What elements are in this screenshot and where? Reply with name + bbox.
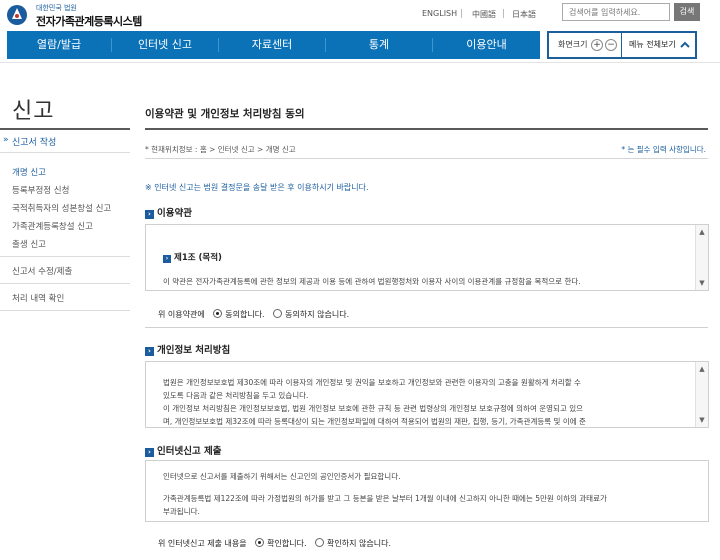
terms-scrollbox[interactable]: › 제1조 (목적) 이 약관은 전자가족관계등록에 관한 정보의 제공과 이용 … <box>145 224 709 291</box>
sidebar-title: 신고 <box>12 99 55 124</box>
privacy-line: 이 개인정보 처리방침은 개인정보보호법, 법원 개인정보 보호에 관한 규칙 … <box>163 404 584 413</box>
scroll-up-icon[interactable]: ▲ <box>698 228 706 236</box>
submission-confirm-no-label[interactable]: 확인하지 않습니다. <box>327 539 391 548</box>
lang-chinese[interactable]: 中國語 <box>472 9 496 20</box>
terms-agree-no-label[interactable]: 동의하지 않습니다. <box>285 310 349 319</box>
top-bar: 대한민국 법원 전자가족관계등록시스템 ENGLISH 中國語 日本語 검색 <box>0 0 720 30</box>
privacy-text: 법원은 개인정보보호법 제30조에 따라 이용자의 개인정보 및 권익을 보호하… <box>163 376 693 427</box>
submission-confirm-yes-label[interactable]: 확인합니다. <box>267 539 306 548</box>
menu-all-button[interactable]: 메뉴 전체보기 <box>629 33 676 57</box>
terms-agree-yes-label[interactable]: 동의합니다. <box>225 310 264 319</box>
chevron-up-icon[interactable] <box>680 40 690 50</box>
privacy-heading: › 개인정보 처리방침 <box>145 342 230 356</box>
scroll-up-icon[interactable]: ▲ <box>698 365 706 373</box>
sidebar-subitem-name-change[interactable]: 개명 신고 <box>12 166 46 178</box>
privacy-scrollbar[interactable]: ▲ ▼ <box>695 362 708 427</box>
required-note: * 는 필수 입력 사항입니다. <box>621 145 706 154</box>
sidebar-divider <box>0 152 130 153</box>
gnb-item-issue[interactable]: 열람/발급 <box>7 31 111 59</box>
content-top-line <box>145 128 708 130</box>
sidebar-subitem-correction[interactable]: 등록부정정 신청 <box>12 184 69 196</box>
court-emblem-icon <box>7 5 27 25</box>
sidebar-divider <box>0 256 130 257</box>
section-bullet-icon: › <box>145 347 154 356</box>
content-divider <box>145 158 708 159</box>
privacy-line: 있도록 다음과 같은 처리방침을 두고 있습니다. <box>163 391 309 400</box>
submission-confirm-row: 위 인터넷신고 제출 내용을 확인합니다. 확인하지 않습니다. <box>158 538 391 549</box>
article-body: 이 약관은 전자가족관계등록에 관한 정보의 제공과 이용 등에 관하여 법원행… <box>163 277 581 286</box>
terms-heading-label: 이용약관 <box>157 208 192 219</box>
sidebar-divider <box>0 310 130 311</box>
privacy-heading-label: 개인정보 처리방침 <box>157 345 231 356</box>
submission-box: 인터넷으로 신고서를 제출하기 위해서는 신고인의 공인인증서가 필요합니다. … <box>145 460 709 522</box>
section-bullet-icon: › <box>145 210 154 219</box>
submission-confirm-yes-radio[interactable] <box>255 538 265 547</box>
lang-japanese[interactable]: 日本語 <box>512 9 536 20</box>
util-divider <box>621 33 622 57</box>
header-divider <box>0 62 720 63</box>
logo-title: 전자가족관계등록시스템 <box>36 15 142 28</box>
terms-agree-row: 위 이용약관에 동의합니다. 동의하지 않습니다. <box>158 309 349 320</box>
gnb-item-internet-report[interactable]: 인터넷 신고 <box>112 31 218 59</box>
sidebar-divider <box>0 283 130 284</box>
scroll-down-icon[interactable]: ▼ <box>698 416 706 424</box>
privacy-line: 며, 개인정보보호법 제32조에 따라 등록대상이 되는 개인정보파일에 대하여… <box>163 417 586 426</box>
lang-divider <box>461 9 462 18</box>
lang-divider <box>503 9 504 18</box>
section-bullet-icon: › <box>145 448 154 457</box>
gnb-item-resources[interactable]: 자료센터 <box>219 31 325 59</box>
terms-agree-no-radio[interactable] <box>273 309 283 318</box>
search-input[interactable] <box>562 3 670 21</box>
search-button[interactable]: 검색 <box>674 3 700 21</box>
sidebar-top-line <box>0 128 130 130</box>
sidebar-item-history[interactable]: 처리 내역 확인 <box>12 292 64 304</box>
page-title: 이용약관 및 개인정보 처리방침 동의 <box>145 108 305 120</box>
submission-heading: › 인터넷신고 제출 <box>145 443 222 457</box>
main-navigation: 열람/발급 인터넷 신고 자료센터 통계 이용안내 <box>7 31 540 59</box>
logo-subtitle: 대한민국 법원 <box>36 4 77 12</box>
zoom-in-button[interactable]: + <box>591 39 603 51</box>
sidebar-subitem-registry-creation[interactable]: 가족관계등록창설 신고 <box>12 220 93 232</box>
sidebar-section-label: 신고서 작성 <box>12 138 57 148</box>
submission-line-2: 가족관계등록법 제122조에 따라 가정법원의 허가를 받고 그 등본을 받은 … <box>163 494 607 503</box>
breadcrumb: * 현재위치정보 : 홈 > 인터넷 신고 > 개명 신고 <box>145 145 296 154</box>
sidebar-item-edit-submit[interactable]: 신고서 수정/제출 <box>12 265 72 277</box>
sidebar-subitem-surname-creation[interactable]: 국적취득자의 성본창설 신고 <box>12 202 111 214</box>
double-chevron-icon: » <box>3 135 9 145</box>
sidebar-subitem-birth[interactable]: 출생 신고 <box>12 238 46 250</box>
submission-line-3: 부과됩니다. <box>163 507 200 516</box>
submission-confirm-prefix: 위 인터넷신고 제출 내용을 <box>158 539 247 548</box>
terms-agree-yes-radio[interactable] <box>213 309 223 318</box>
submission-heading-label: 인터넷신고 제출 <box>157 446 222 457</box>
zoom-label: 화면크기 <box>558 40 588 49</box>
terms-agree-prefix: 위 이용약관에 <box>158 310 205 319</box>
zoom-out-button[interactable]: − <box>605 39 617 51</box>
notice-text: ※ 인터넷 신고는 법원 결정문을 송달 받은 후 이용하시기 바랍니다. <box>145 183 369 192</box>
submission-line-1: 인터넷으로 신고서를 제출하기 위해서는 신고인의 공인인증서가 필요합니다. <box>163 472 401 481</box>
gnb-item-statistics[interactable]: 통계 <box>326 31 432 59</box>
gnb-item-guide[interactable]: 이용안내 <box>433 31 540 59</box>
lang-english[interactable]: ENGLISH <box>422 9 457 18</box>
scroll-down-icon[interactable]: ▼ <box>698 279 706 287</box>
terms-heading: › 이용약관 <box>145 205 192 219</box>
privacy-scrollbox[interactable]: 법원은 개인정보보호법 제30조에 따라 이용자의 개인정보 및 권익을 보호하… <box>145 361 709 428</box>
article-title-label: 제1조 (목적) <box>174 253 222 263</box>
terms-scrollbar[interactable]: ▲ ▼ <box>695 225 708 290</box>
submission-confirm-no-radio[interactable] <box>315 538 325 547</box>
site-logo[interactable]: 대한민국 법원 전자가족관계등록시스템 <box>6 2 156 28</box>
terms-divider <box>145 327 708 328</box>
utility-box: 화면크기 + − 메뉴 전체보기 <box>547 31 697 59</box>
article-title: › 제1조 (목적) <box>163 251 222 263</box>
privacy-line: 법원은 개인정보보호법 제30조에 따라 이용자의 개인정보 및 권익을 보호하… <box>163 378 581 387</box>
article-bullet-icon: › <box>163 255 171 263</box>
